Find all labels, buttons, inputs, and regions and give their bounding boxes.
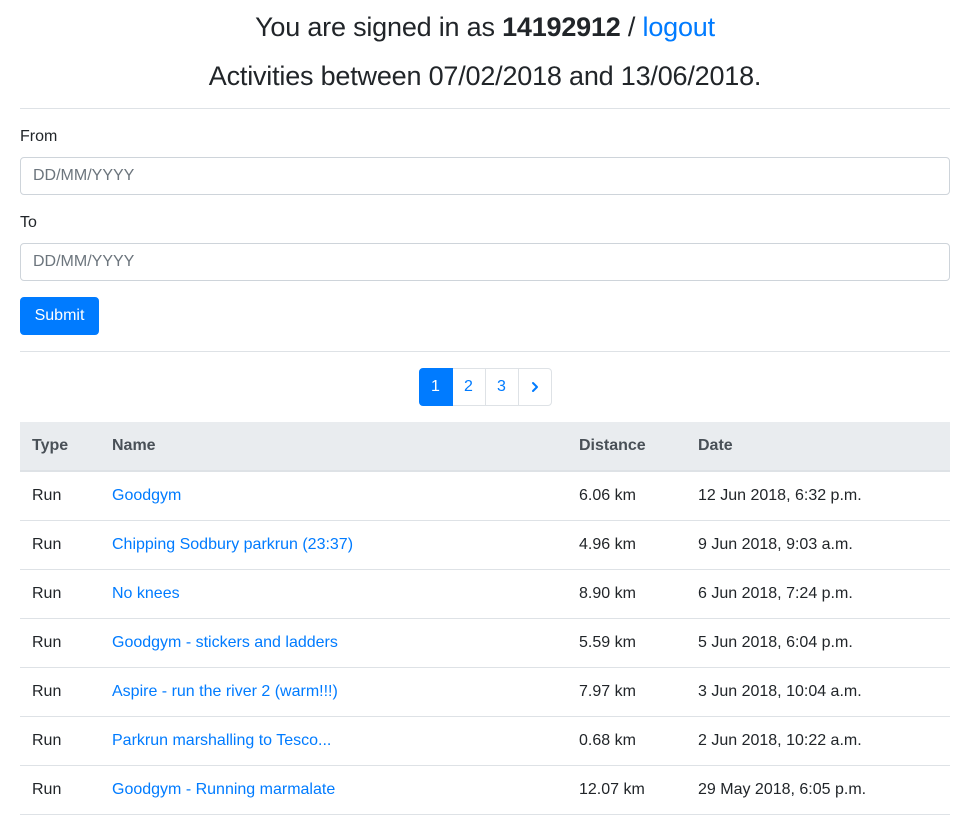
to-date-input[interactable] <box>20 243 950 281</box>
cell-distance: 0.68 km <box>567 716 686 766</box>
page-container: You are signed in as 14192912 / logout A… <box>20 0 950 815</box>
activity-link[interactable]: Parkrun marshalling to Tesco... <box>112 732 331 749</box>
column-header-distance: Distance <box>567 422 686 472</box>
column-header-type: Type <box>20 422 100 472</box>
pagination: 1 2 3 <box>20 368 950 406</box>
cell-type: Run <box>20 618 100 668</box>
cell-date: 5 Jun 2018, 6:04 p.m. <box>686 618 950 668</box>
cell-date: 9 Jun 2018, 9:03 a.m. <box>686 520 950 570</box>
cell-date: 3 Jun 2018, 10:04 a.m. <box>686 667 950 717</box>
page-link-2[interactable]: 2 <box>451 368 486 406</box>
column-header-name: Name <box>100 422 567 472</box>
signed-in-heading: You are signed in as 14192912 / logout <box>20 0 950 43</box>
cell-name: Goodgym <box>100 471 567 521</box>
activity-link[interactable]: Goodgym <box>112 487 181 504</box>
cell-name: Goodgym - Running marmalate <box>100 765 567 815</box>
activity-link[interactable]: Aspire - run the river 2 (warm!!!) <box>112 683 338 700</box>
table-row: Run Goodgym 6.06 km 12 Jun 2018, 6:32 p.… <box>20 471 950 521</box>
from-label: From <box>20 128 58 145</box>
divider-top <box>20 108 950 109</box>
cell-distance: 8.90 km <box>567 569 686 619</box>
cell-distance: 12.07 km <box>567 765 686 815</box>
page-link-1[interactable]: 1 <box>418 368 453 406</box>
table-row: Run No knees 8.90 km 6 Jun 2018, 7:24 p.… <box>20 569 950 619</box>
cell-name: Parkrun marshalling to Tesco... <box>100 716 567 766</box>
activity-link[interactable]: Goodgym - stickers and ladders <box>112 634 338 651</box>
cell-date: 29 May 2018, 6:05 p.m. <box>686 765 950 815</box>
separator: / <box>620 12 643 42</box>
page-link-3[interactable]: 3 <box>484 368 519 406</box>
table-row: Run Aspire - run the river 2 (warm!!!) 7… <box>20 667 950 717</box>
cell-date: 2 Jun 2018, 10:22 a.m. <box>686 716 950 766</box>
cell-date: 12 Jun 2018, 6:32 p.m. <box>686 471 950 521</box>
cell-name: Goodgym - stickers and ladders <box>100 618 567 668</box>
cell-date: 6 Jun 2018, 7:24 p.m. <box>686 569 950 619</box>
submit-button[interactable]: Submit <box>20 297 99 335</box>
page-next-button[interactable] <box>517 368 552 406</box>
cell-distance: 5.59 km <box>567 618 686 668</box>
cell-distance: 7.97 km <box>567 667 686 717</box>
cell-type: Run <box>20 765 100 815</box>
table-header-row: Type Name Distance Date <box>20 422 950 472</box>
table-row: Run Chipping Sodbury parkrun (23:37) 4.9… <box>20 520 950 570</box>
table-row: Run Goodgym - stickers and ladders 5.59 … <box>20 618 950 668</box>
cell-distance: 6.06 km <box>567 471 686 521</box>
signed-in-prefix: You are signed in as <box>255 12 503 42</box>
cell-type: Run <box>20 471 100 521</box>
from-date-input[interactable] <box>20 157 950 195</box>
cell-type: Run <box>20 569 100 619</box>
cell-distance: 4.96 km <box>567 520 686 570</box>
cell-type: Run <box>20 520 100 570</box>
chevron-right-icon <box>531 382 538 392</box>
cell-name: No knees <box>100 569 567 619</box>
date-filter-form: From To Submit <box>20 127 950 335</box>
table-row: Run Parkrun marshalling to Tesco... 0.68… <box>20 716 950 766</box>
logout-link[interactable]: logout <box>643 12 716 42</box>
username: 14192912 <box>502 12 621 42</box>
activities-title: Activities between 07/02/2018 and 13/06/… <box>208 61 762 91</box>
cell-type: Run <box>20 667 100 717</box>
table-row: Run Goodgym - Running marmalate 12.07 km… <box>20 765 950 815</box>
activity-link[interactable]: Goodgym - Running marmalate <box>112 781 335 798</box>
column-header-date: Date <box>686 422 950 472</box>
cell-name: Aspire - run the river 2 (warm!!!) <box>100 667 567 717</box>
activities-table: Type Name Distance Date Run Goodgym 6.06… <box>20 422 950 815</box>
to-label: To <box>20 214 37 231</box>
divider-middle <box>20 351 950 352</box>
activity-link[interactable]: No knees <box>112 585 180 602</box>
cell-type: Run <box>20 716 100 766</box>
activity-link[interactable]: Chipping Sodbury parkrun (23:37) <box>112 536 353 553</box>
cell-name: Chipping Sodbury parkrun (23:37) <box>100 520 567 570</box>
